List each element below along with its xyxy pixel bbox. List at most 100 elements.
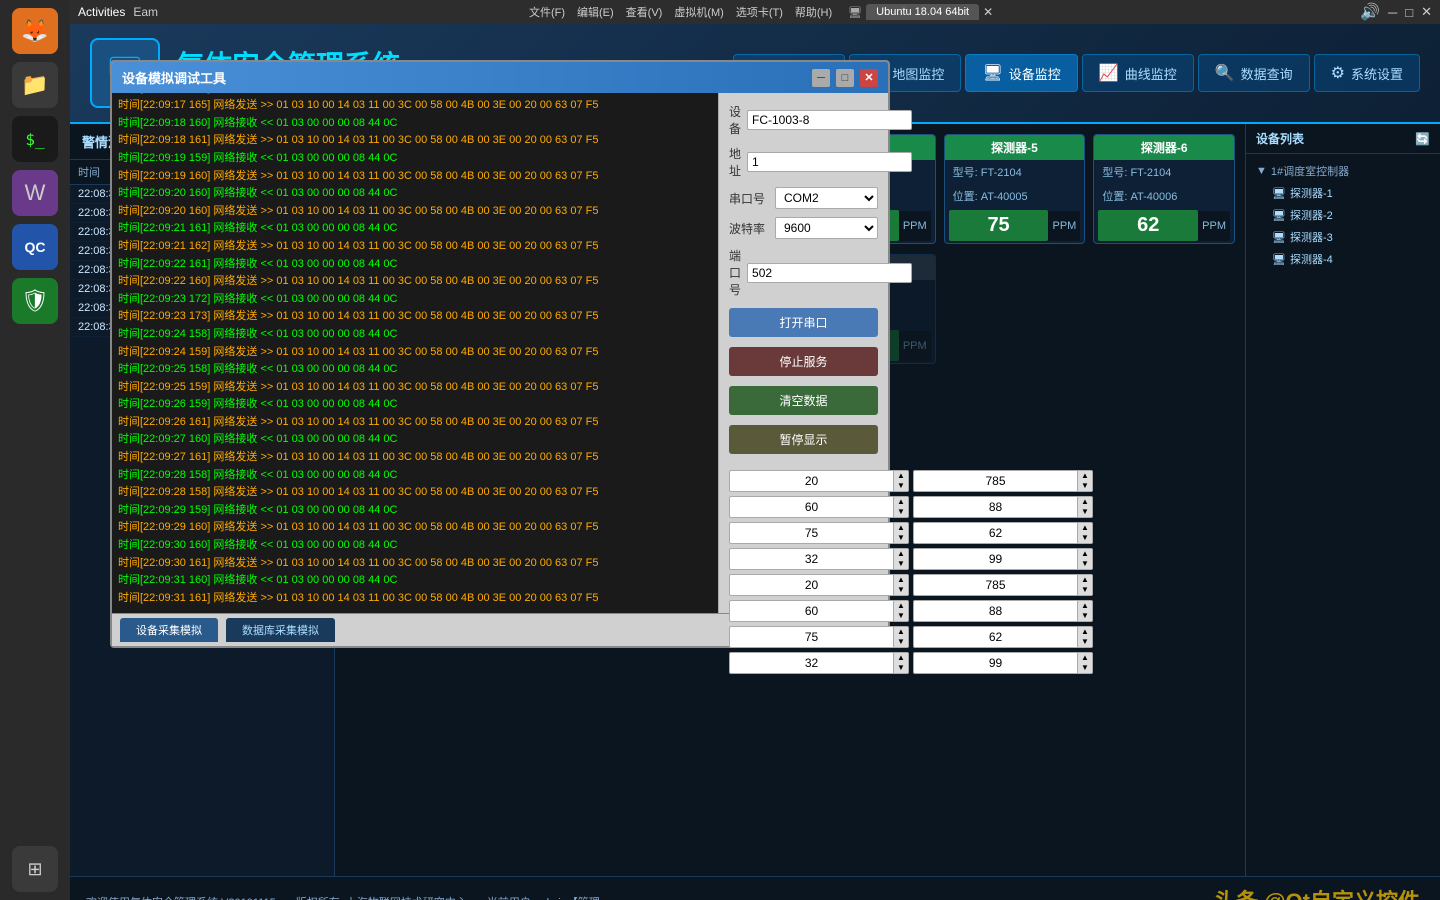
val-spin-up[interactable]: ▲: [894, 601, 908, 611]
val-spin-down[interactable]: ▼: [1078, 481, 1092, 491]
taskbar-apps-grid[interactable]: ⊞: [12, 846, 58, 892]
modal-log[interactable]: 时间[22:09:16 161] 网络发送 >> 01 03 10 00 14 …: [335, 124, 718, 613]
taskbar-security[interactable]: 🛡: [12, 278, 58, 324]
val-spin-down[interactable]: ▼: [894, 611, 908, 621]
menu-view[interactable]: 查看(V): [622, 2, 667, 22]
taskbar-firefox[interactable]: 🦊: [12, 8, 58, 54]
device-group-collapse-icon[interactable]: ▼: [1256, 165, 1267, 177]
val-input[interactable]: [730, 524, 893, 542]
val-spinner-6[interactable]: ▲ ▼: [729, 626, 909, 648]
stop-service-btn[interactable]: 停止服务: [729, 347, 878, 376]
val-spinner-4[interactable]: ▲ ▼: [729, 574, 909, 596]
val-spin-down[interactable]: ▼: [1078, 637, 1092, 647]
val-spin-down[interactable]: ▼: [894, 481, 908, 491]
ctrl-input-address[interactable]: [747, 152, 912, 172]
menu-edit[interactable]: 编辑(E): [573, 2, 618, 22]
val-spin-up[interactable]: ▲: [1078, 523, 1092, 533]
val-spin-down[interactable]: ▼: [1078, 559, 1092, 569]
open-port-btn[interactable]: 打开串口: [729, 308, 878, 337]
val-input[interactable]: [914, 498, 1077, 516]
val-input[interactable]: [914, 550, 1077, 568]
val-spin-up[interactable]: ▲: [1078, 497, 1092, 507]
val-spin-down[interactable]: ▼: [894, 585, 908, 595]
taskbar-files[interactable]: 📁: [12, 62, 58, 108]
val-spin-down[interactable]: ▼: [894, 507, 908, 517]
val-input[interactable]: [914, 472, 1077, 490]
val-input[interactable]: [730, 576, 893, 594]
val-input[interactable]: [730, 602, 893, 620]
val-spinner-7[interactable]: ▲ ▼: [913, 652, 1093, 674]
val-spinner-5[interactable]: ▲ ▼: [913, 600, 1093, 622]
device-item-2[interactable]: 🖥 探测器-2: [1252, 204, 1434, 226]
ctrl-input-device[interactable]: [747, 124, 912, 130]
val-spin-down[interactable]: ▼: [894, 533, 908, 543]
val-spin-up[interactable]: ▲: [1078, 549, 1092, 559]
device-item-4[interactable]: 🖥 探测器-4: [1252, 248, 1434, 270]
val-input[interactable]: [730, 472, 893, 490]
val-spin-down[interactable]: ▼: [894, 663, 908, 673]
val-input[interactable]: [730, 498, 893, 516]
val-spinner-1[interactable]: ▲ ▼: [729, 496, 909, 518]
val-spin-up[interactable]: ▲: [1078, 627, 1092, 637]
val-input[interactable]: [730, 628, 893, 646]
menu-tab[interactable]: 选项卡(T): [732, 2, 787, 22]
val-spinner-3[interactable]: ▲ ▼: [729, 548, 909, 570]
nav-curve-monitor[interactable]: 📈 曲线监控: [1082, 54, 1194, 92]
win-close[interactable]: ✕: [1421, 4, 1432, 20]
val-spin-down[interactable]: ▼: [1078, 663, 1092, 673]
val-spin-up[interactable]: ▲: [1078, 653, 1092, 663]
nav-system-settings[interactable]: ⚙ 系统设置: [1314, 54, 1420, 92]
val-spinner-0[interactable]: ▲ ▼: [913, 470, 1093, 492]
menu-file[interactable]: 文件(F): [525, 2, 569, 22]
val-spin-down[interactable]: ▼: [894, 637, 908, 647]
taskbar-texteditor[interactable]: W: [12, 170, 58, 216]
val-spin-up[interactable]: ▲: [1078, 575, 1092, 585]
val-spinner-1[interactable]: ▲ ▼: [913, 496, 1093, 518]
val-input[interactable]: [914, 602, 1077, 620]
taskbar-qc[interactable]: QC: [12, 224, 58, 270]
val-spin-up[interactable]: ▲: [894, 549, 908, 559]
val-spinner-2[interactable]: ▲ ▼: [729, 522, 909, 544]
device-item-3[interactable]: 🖥 探测器-3: [1252, 226, 1434, 248]
val-spinner-0[interactable]: ▲ ▼: [729, 470, 909, 492]
device-item-1[interactable]: 🖥 探测器-1: [1252, 182, 1434, 204]
val-spin-up[interactable]: ▲: [894, 523, 908, 533]
val-spinner-3[interactable]: ▲ ▼: [913, 548, 1093, 570]
val-spin-down[interactable]: ▼: [1078, 585, 1092, 595]
clear-data-btn[interactable]: 清空数据: [729, 386, 878, 415]
val-spin-up[interactable]: ▲: [894, 653, 908, 663]
val-spin-up[interactable]: ▲: [1078, 601, 1092, 611]
pause-display-btn[interactable]: 暂停显示: [729, 425, 878, 454]
val-input[interactable]: [914, 654, 1077, 672]
val-input[interactable]: [914, 628, 1077, 646]
taskbar-terminal[interactable]: $_: [12, 116, 58, 162]
activities-label[interactable]: Activities: [78, 5, 125, 19]
nav-device-monitor[interactable]: 🖥 设备监控: [965, 54, 1077, 92]
val-spinner-6[interactable]: ▲ ▼: [913, 626, 1093, 648]
val-input[interactable]: [914, 576, 1077, 594]
val-spinner-4[interactable]: ▲ ▼: [913, 574, 1093, 596]
val-input[interactable]: [730, 550, 893, 568]
val-spin-up[interactable]: ▲: [894, 497, 908, 507]
win-minimize[interactable]: ─: [1388, 5, 1397, 20]
val-spin-down[interactable]: ▼: [1078, 611, 1092, 621]
menu-vm[interactable]: 虚拟机(M): [670, 2, 728, 22]
val-spin-up[interactable]: ▲: [894, 575, 908, 585]
val-spin-up[interactable]: ▲: [1078, 471, 1092, 481]
val-spinner-2[interactable]: ▲ ▼: [913, 522, 1093, 544]
menu-help[interactable]: 帮助(H): [791, 2, 836, 22]
val-spinner-7[interactable]: ▲ ▼: [729, 652, 909, 674]
val-spin-down[interactable]: ▼: [894, 559, 908, 569]
val-spin-up[interactable]: ▲: [894, 471, 908, 481]
nav-data-query[interactable]: 🔍 数据查询: [1198, 54, 1310, 92]
ctrl-select-com[interactable]: COM2 COM1 COM3: [775, 187, 878, 209]
val-input[interactable]: [730, 654, 893, 672]
ctrl-input-port[interactable]: [747, 263, 912, 283]
val-spin-down[interactable]: ▼: [1078, 533, 1092, 543]
win-restore[interactable]: □: [1405, 5, 1413, 20]
val-spinner-5[interactable]: ▲ ▼: [729, 600, 909, 622]
tab-close-icon[interactable]: ✕: [983, 5, 993, 19]
val-spin-down[interactable]: ▼: [1078, 507, 1092, 517]
vm-tab[interactable]: Ubuntu 18.04 64bit: [866, 4, 979, 20]
ctrl-select-baud[interactable]: 9600 19200 115200: [775, 217, 878, 239]
